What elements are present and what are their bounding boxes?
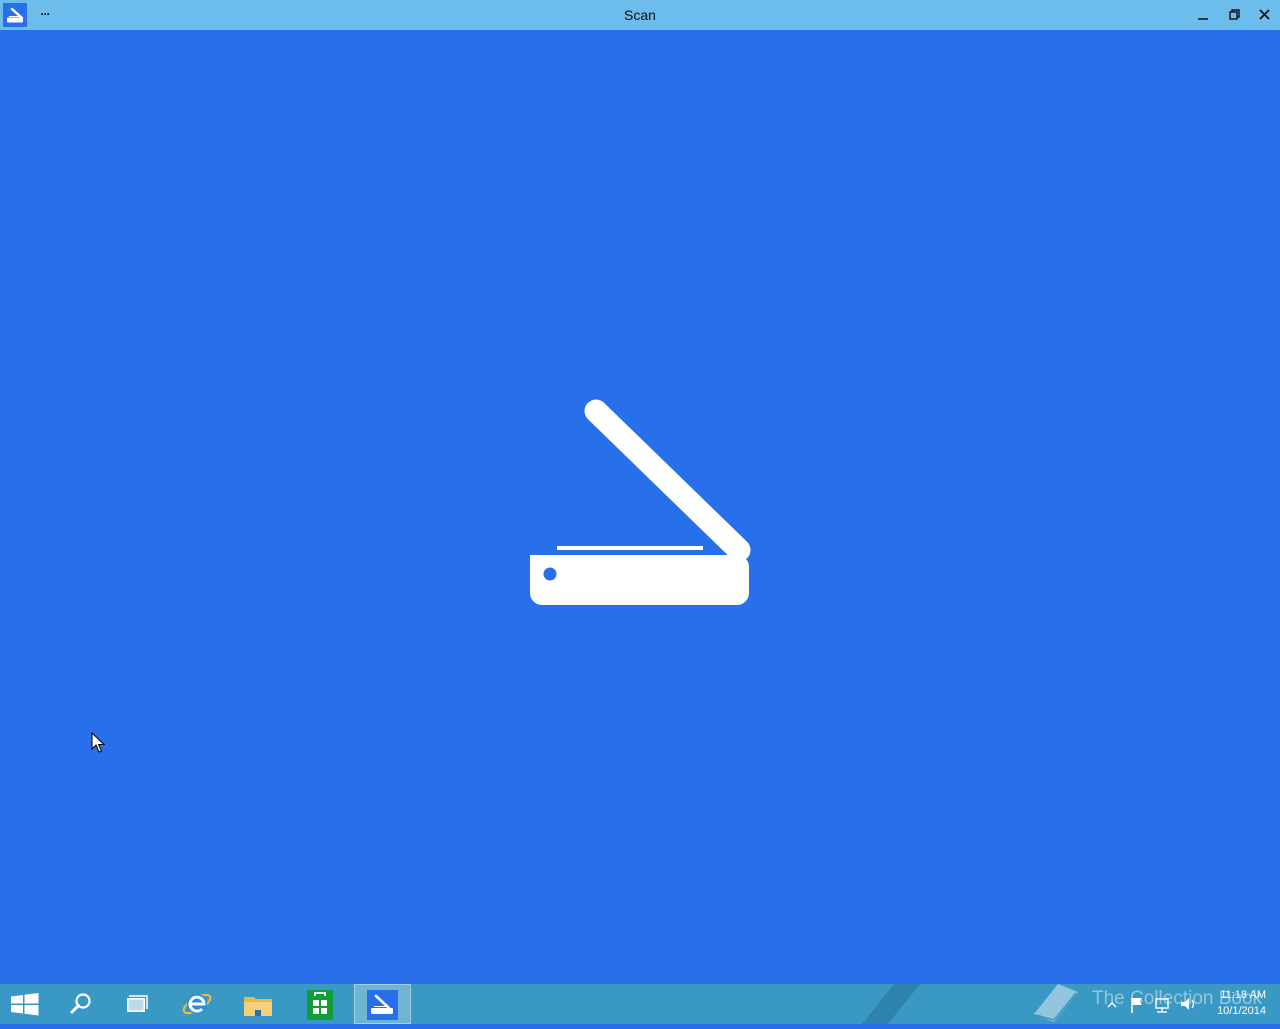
- book-icon: [1034, 984, 1078, 1022]
- search-icon: [70, 993, 91, 1014]
- chevron-up-icon: [1107, 1002, 1117, 1008]
- more-options-button[interactable]: ···: [32, 0, 58, 30]
- internet-explorer-icon: [182, 993, 212, 1015]
- scan-app-window: ··· Scan: [0, 0, 1280, 984]
- network-icon: [1155, 998, 1169, 1013]
- scan-taskbar-button[interactable]: [354, 984, 411, 1024]
- folder-icon: [244, 997, 272, 1016]
- file-explorer-button[interactable]: [230, 984, 286, 1024]
- flag-icon: [1131, 998, 1142, 1013]
- scanner-icon: [530, 399, 751, 605]
- taskbar: The Collection Book 11:18 AM 10/1/2014: [0, 984, 1280, 1024]
- internet-explorer-button[interactable]: [169, 984, 225, 1024]
- title-bar[interactable]: ··· Scan: [0, 0, 1280, 30]
- minimize-button[interactable]: [1187, 0, 1218, 30]
- store-bag-icon: [307, 990, 333, 1020]
- show-hidden-icons-button[interactable]: [1104, 984, 1120, 1024]
- clock-time: 11:18 AM: [1220, 989, 1266, 1001]
- task-view-button[interactable]: [108, 984, 164, 1024]
- restore-button[interactable]: [1218, 0, 1249, 30]
- scan-app-icon: [367, 990, 398, 1020]
- mouse-cursor-icon: [91, 732, 105, 753]
- clock-date: 10/1/2014: [1217, 1005, 1266, 1017]
- network-button[interactable]: [1152, 984, 1172, 1024]
- close-icon: [1259, 9, 1270, 20]
- volume-button[interactable]: [1178, 984, 1198, 1024]
- start-button[interactable]: [0, 984, 50, 1024]
- search-button[interactable]: [53, 984, 107, 1024]
- windows-logo-icon: [11, 993, 39, 1016]
- window-title: Scan: [624, 7, 656, 23]
- restore-icon: [1229, 9, 1240, 20]
- task-view-icon: [127, 995, 148, 1012]
- volume-icon: [1181, 998, 1195, 1010]
- taskbar-decoration: [862, 984, 920, 1024]
- system-clock[interactable]: 11:18 AM 10/1/2014: [1200, 987, 1266, 1019]
- close-button[interactable]: [1249, 0, 1280, 30]
- action-center-button[interactable]: [1128, 984, 1146, 1024]
- store-button[interactable]: [292, 984, 348, 1024]
- minimize-icon: [1198, 18, 1208, 20]
- scan-app-icon[interactable]: [3, 3, 27, 27]
